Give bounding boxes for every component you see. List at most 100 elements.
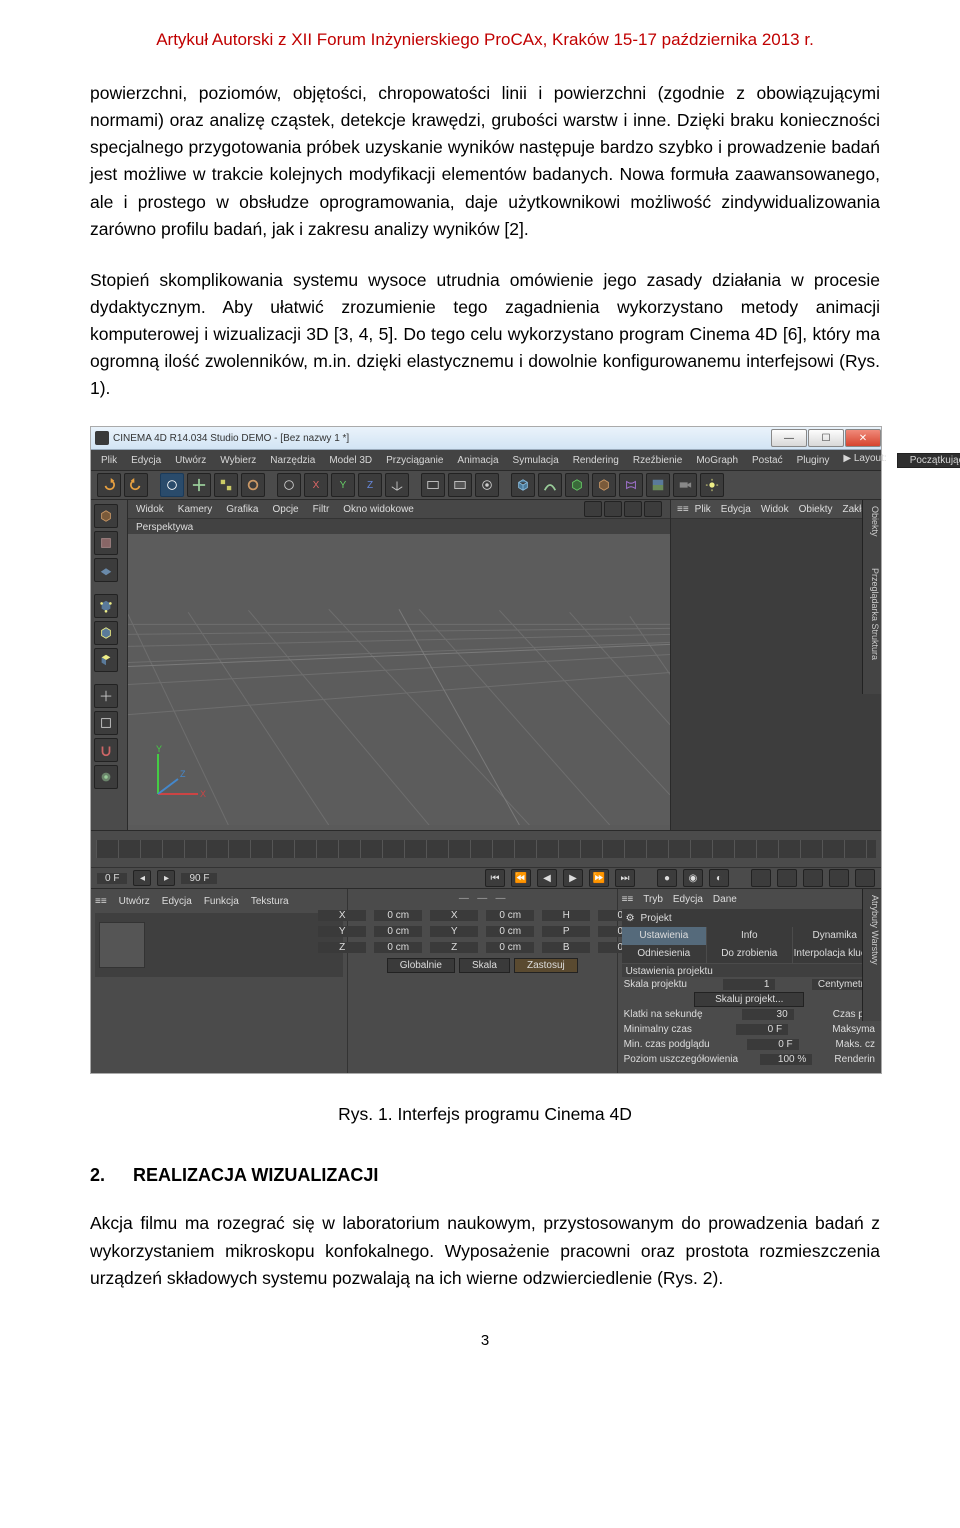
key-param-icon[interactable] <box>829 869 849 887</box>
menu-item[interactable]: MoGraph <box>696 455 738 466</box>
mat-menu[interactable]: Tekstura <box>251 896 289 907</box>
key-pos-icon[interactable] <box>751 869 771 887</box>
mat-menu[interactable]: Utwórz <box>119 896 150 907</box>
workplane-mode-icon[interactable] <box>94 558 118 582</box>
move-tool-icon[interactable] <box>187 473 211 497</box>
mat-menu[interactable]: Edycja <box>162 896 192 907</box>
point-mode-icon[interactable] <box>94 594 118 618</box>
panel-menu[interactable]: Plik <box>695 504 711 515</box>
step-back-icon[interactable]: ⏪ <box>511 869 531 887</box>
side-tab-attributes[interactable]: Atrybuty Warstwy <box>862 889 881 1021</box>
menu-item[interactable]: Edycja <box>131 455 161 466</box>
timeline-start[interactable]: 0 F <box>97 873 127 884</box>
step-forward-icon[interactable]: ⏩ <box>589 869 609 887</box>
menu-item[interactable]: Symulacja <box>513 455 559 466</box>
edge-mode-icon[interactable] <box>94 621 118 645</box>
attr-scale-value[interactable]: 1 <box>723 979 775 990</box>
menu-item[interactable]: Pluginy <box>797 455 830 466</box>
viewport-menu[interactable]: Okno widokowe <box>343 504 414 515</box>
panel-menu[interactable]: Obiekty <box>799 504 833 515</box>
coord-y-value[interactable]: 0 cm <box>374 926 422 937</box>
timeline-next-key-icon[interactable]: ▸ <box>157 870 175 886</box>
menu-item[interactable]: Animacja <box>457 455 498 466</box>
panel-menu[interactable]: Widok <box>761 504 789 515</box>
menu-item[interactable]: Rzeźbienie <box>633 455 682 466</box>
menu-item[interactable]: Postać <box>752 455 783 466</box>
timeline-prev-key-icon[interactable]: ◂ <box>133 870 151 886</box>
viewport-menu[interactable]: Kamery <box>178 504 212 515</box>
attr-tab[interactable]: Odniesienia <box>622 945 706 963</box>
axis-mode-icon[interactable] <box>94 684 118 708</box>
model-mode-icon[interactable] <box>94 504 118 528</box>
panel-menu[interactable]: Edycja <box>721 504 751 515</box>
key-rot-icon[interactable] <box>803 869 823 887</box>
menu-item[interactable]: Wybierz <box>220 455 256 466</box>
attr-tab[interactable]: Info <box>707 927 791 945</box>
key-pla-icon[interactable] <box>855 869 875 887</box>
attr-menu[interactable]: Dane <box>713 894 737 905</box>
attr-menu[interactable]: Tryb <box>643 894 663 905</box>
coord-type-button[interactable]: Skala <box>459 958 510 973</box>
viewport-solo-icon[interactable] <box>94 711 118 735</box>
coord-system-icon[interactable] <box>385 473 409 497</box>
environment-icon[interactable] <box>646 473 670 497</box>
mat-menu[interactable]: Funkcja <box>204 896 239 907</box>
history-icon[interactable] <box>277 473 301 497</box>
coord-sx-value[interactable]: 0 cm <box>486 910 534 921</box>
perspective-viewport[interactable]: Widok Kamery Grafika Opcje Filtr Okno wi… <box>128 500 670 830</box>
menu-item[interactable]: Plik <box>101 455 117 466</box>
play-back-icon[interactable]: ◀ <box>537 869 557 887</box>
attr-pre-value[interactable]: 0 F <box>747 1039 799 1050</box>
coord-sy-value[interactable]: 0 cm <box>486 926 534 937</box>
material-preview[interactable] <box>99 922 145 968</box>
render-view-icon[interactable] <box>421 473 445 497</box>
rotate-tool-icon[interactable] <box>241 473 265 497</box>
primitive-cube-icon[interactable] <box>511 473 535 497</box>
coord-mode-button[interactable]: Globalnie <box>387 958 455 973</box>
lock-x-icon[interactable]: X <box>304 473 328 497</box>
attr-menu[interactable]: Edycja <box>673 894 703 905</box>
minimize-button[interactable]: — <box>771 429 807 447</box>
scene-tree[interactable] <box>671 519 881 830</box>
render-settings-icon[interactable] <box>448 473 472 497</box>
menu-item[interactable]: Narzędzia <box>270 455 315 466</box>
coord-x-value[interactable]: 0 cm <box>374 910 422 921</box>
coord-z-value[interactable]: 0 cm <box>374 942 422 953</box>
snap-icon[interactable] <box>94 738 118 762</box>
menu-item[interactable]: Model 3D <box>329 455 372 466</box>
attr-fps-value[interactable]: 30 <box>742 1009 794 1020</box>
render-queue-icon[interactable] <box>475 473 499 497</box>
viewport-nav-zoom-icon[interactable] <box>604 501 622 517</box>
close-button[interactable]: ✕ <box>845 429 881 447</box>
nurbs-icon[interactable] <box>565 473 589 497</box>
viewport-nav-move-icon[interactable] <box>584 501 602 517</box>
light-icon[interactable] <box>700 473 724 497</box>
attr-lod-value[interactable]: 100 % <box>760 1054 812 1065</box>
polygon-mode-icon[interactable] <box>94 648 118 672</box>
timeline[interactable] <box>91 830 881 867</box>
camera-icon[interactable] <box>673 473 697 497</box>
generator-icon[interactable] <box>592 473 616 497</box>
viewport-menu[interactable]: Widok <box>136 504 164 515</box>
key-scale-icon[interactable] <box>777 869 797 887</box>
play-forward-icon[interactable]: ▶ <box>563 869 583 887</box>
viewport-nav-toggle-icon[interactable] <box>644 501 662 517</box>
maximize-button[interactable]: ☐ <box>808 429 844 447</box>
coord-apply-button[interactable]: Zastosuj <box>514 958 578 973</box>
scale-project-button[interactable]: Skaluj projekt... <box>694 992 804 1007</box>
menu-item[interactable]: Przyciąganie <box>386 455 443 466</box>
deformer-icon[interactable] <box>619 473 643 497</box>
go-end-icon[interactable]: ⏭ <box>615 869 635 887</box>
menu-item[interactable]: Rendering <box>573 455 619 466</box>
texture-mode-icon[interactable] <box>94 531 118 555</box>
key-selection-icon[interactable]: ◐ <box>709 869 729 887</box>
lock-z-icon[interactable]: Z <box>358 473 382 497</box>
viewport-menu[interactable]: Filtr <box>313 504 330 515</box>
spline-pen-icon[interactable] <box>538 473 562 497</box>
timeline-end[interactable]: 90 F <box>181 873 217 884</box>
viewport-nav-rotate-icon[interactable] <box>624 501 642 517</box>
select-tool-icon[interactable] <box>160 473 184 497</box>
layout-dropdown[interactable]: Początkujący <box>897 453 960 468</box>
lock-y-icon[interactable]: Y <box>331 473 355 497</box>
soft-selection-icon[interactable] <box>94 765 118 789</box>
